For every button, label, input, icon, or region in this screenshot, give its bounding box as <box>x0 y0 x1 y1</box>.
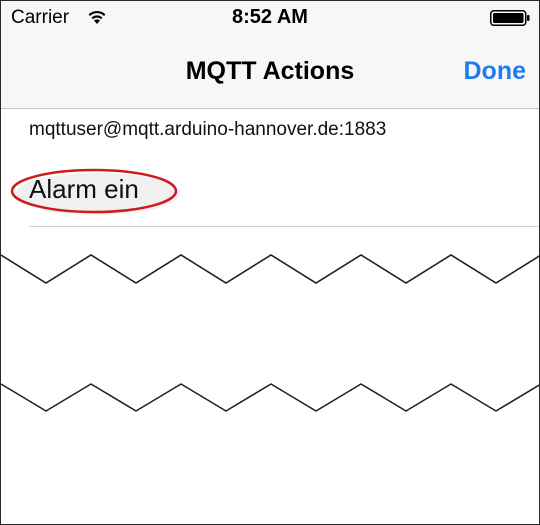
done-button[interactable]: Done <box>464 57 527 86</box>
server-address: mqttuser@mqtt.arduino-hannover.de:1883 <box>29 119 387 140</box>
app-window: Carrier 8:52 AM MQTT Actions Done mqttus… <box>0 0 540 525</box>
list-separator <box>29 226 539 227</box>
navigation-bar: MQTT Actions Done <box>1 41 539 109</box>
battery-icon <box>490 10 530 26</box>
torn-edge-top <box>1 254 539 284</box>
status-bar: Carrier 8:52 AM <box>1 1 539 41</box>
torn-edge-bottom <box>1 383 539 412</box>
action-item-alarm[interactable]: Alarm ein <box>29 174 139 205</box>
status-time: 8:52 AM <box>232 6 308 28</box>
page-title: MQTT Actions <box>185 57 355 85</box>
